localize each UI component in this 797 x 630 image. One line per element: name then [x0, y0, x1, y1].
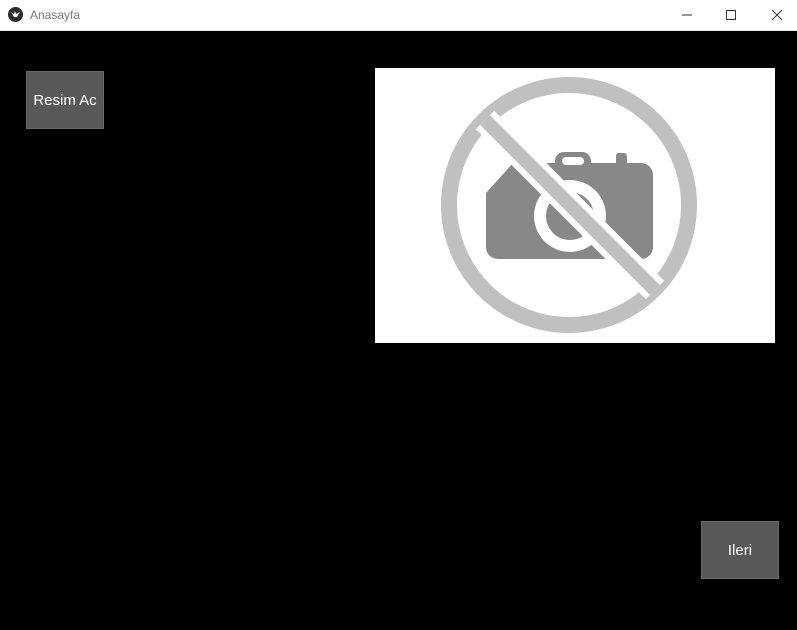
minimize-button[interactable]: [664, 0, 710, 30]
main-content: Resim Ac Ileri: [0, 31, 797, 630]
maximize-icon: [726, 10, 736, 20]
title-bar[interactable]: Anasayfa: [0, 0, 797, 31]
open-image-button[interactable]: Resim Ac: [26, 71, 104, 129]
kivy-app-icon: [8, 7, 23, 22]
minimize-icon: [682, 14, 692, 16]
maximize-button[interactable]: [708, 0, 754, 30]
close-button[interactable]: [754, 0, 797, 30]
image-display: [375, 68, 775, 343]
app-window: Anasayfa Resim Ac Ileri: [0, 0, 797, 630]
close-icon: [771, 9, 783, 21]
next-button[interactable]: Ileri: [701, 521, 779, 579]
no-camera-icon: [441, 77, 697, 333]
window-title: Anasayfa: [30, 8, 81, 22]
